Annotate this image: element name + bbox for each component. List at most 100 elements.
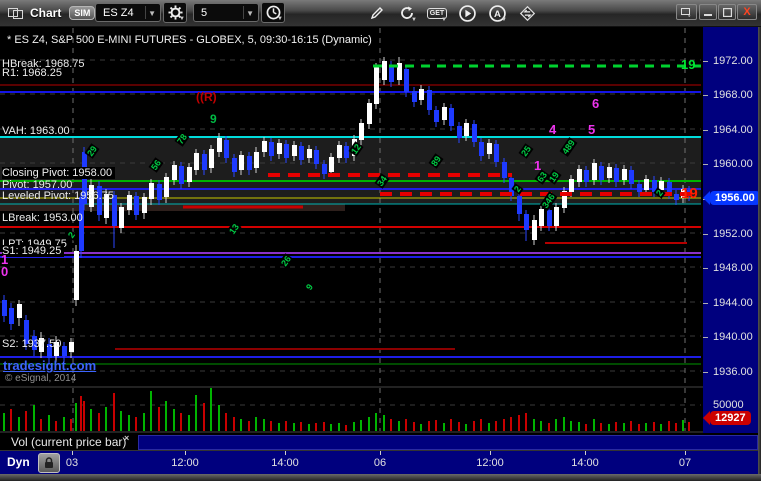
window-bottom-edge [0,474,761,481]
close-button[interactable]: X [737,4,757,20]
candle-body [149,183,154,199]
volume-bar [443,423,445,431]
chevron-down-icon: ▼ [246,9,254,18]
volume-bar [300,422,302,431]
candle-body [209,149,214,168]
candle-body [172,165,177,180]
volume-bar [653,422,655,431]
axis-tick [703,60,708,62]
level-label: LBreak: 1953.00 [2,212,83,224]
volume-bar [270,421,272,431]
volume-bar [465,424,467,431]
copyright-text: © eSignal, 2014 [5,373,77,384]
volume-bar [233,417,235,431]
level-label: S1: 1949.25 [2,245,65,257]
price-axis[interactable]: 1972.00 1968.00 1964.00 1960.00 1956.00 1952.… [703,26,760,474]
volume-bar [278,423,280,431]
candle-body [262,141,267,152]
price-axis-label: 1944.00 [713,296,753,309]
restore-button[interactable] [676,4,697,20]
maximize-button[interactable] [718,4,736,20]
close-icon[interactable]: × [124,433,129,443]
tab-bar-filler [138,435,758,450]
candle-body [164,177,169,197]
price-axis-label: 1936.00 [713,366,753,378]
volume-bar [33,405,35,431]
play-button[interactable] [456,3,478,23]
edge-price-label: 19 [681,57,696,72]
time-lock-button[interactable] [38,453,60,473]
volume-bar [293,423,295,431]
candle-body [284,144,289,158]
minimize-button[interactable] [699,4,717,20]
symbol-settings-button[interactable]: ▼ [163,2,187,23]
candle-body [404,69,409,92]
get-data-button[interactable]: GET ▼ [426,3,448,23]
volume-bar [18,417,20,431]
candle-body [119,207,124,228]
volume-bar [688,422,690,431]
chevron-down-icon: ▼ [441,17,447,23]
volume-bar [308,424,310,431]
interval-clock-button[interactable]: ▼ [261,2,285,23]
candle-body [442,107,447,120]
volume-bar [120,411,122,431]
time-axis-label: 07 [678,457,692,469]
candle-body [464,123,469,136]
volume-bar [600,423,602,431]
candle-body [412,91,417,102]
candle-body [232,158,237,172]
volume-bar [195,395,197,431]
volume-bar [413,422,415,431]
volume-bar [55,421,57,431]
candle-body [502,162,507,178]
candle-body [299,146,304,160]
transfer-button[interactable] [516,3,538,23]
candle-body [674,194,679,200]
candle-body [187,167,192,182]
chart-window: * ES Z4, S&P 500 E-MINI FUTURES - GLOBEX… [0,0,761,481]
volume-bar [188,415,190,431]
candle-body [314,150,319,164]
volume-bar [98,413,100,431]
volume-bar [345,425,347,431]
draw-tool-button[interactable] [366,3,388,23]
volume-bar [3,413,5,431]
candle-body [517,196,522,214]
axis-tick [490,451,491,455]
candle-body [74,251,79,300]
candle-body [487,143,492,154]
volume-bar [473,421,475,431]
price-axis-label: 1940.00 [713,331,753,344]
chevron-down-icon: ▼ [148,9,156,18]
axis-tick [703,372,708,373]
reload-button[interactable]: ▼ [396,3,418,23]
volume-bar [495,421,497,431]
chevron-down-icon: ▼ [501,17,507,23]
volume-bar [63,417,65,431]
candle-body [607,167,612,178]
symbol-combobox[interactable]: ES Z4 ▼ [95,3,161,22]
volume-bar [173,409,175,431]
auto-button[interactable]: A ▼ [486,3,508,23]
vol-tab[interactable]: Vol (current price bar) [11,435,126,449]
candle-body [269,142,274,156]
chart-title: * ES Z4, S&P 500 E-MINI FUTURES - GLOBEX… [7,34,372,46]
candle-body [614,168,619,182]
axis-tick [585,451,586,455]
watermark-link[interactable]: tradesight.com [3,358,96,373]
chevron-down-icon: ▼ [411,17,417,23]
volume-bar [80,396,82,431]
price-axis-label: 1964.00 [713,123,753,136]
axis-tick [285,451,286,455]
candle-body [239,155,244,170]
lock-icon [45,457,53,468]
axis-tick [380,451,381,455]
time-axis[interactable]: Dyn 03 12:00 14:00 06 12:00 14:00 07 [0,450,761,475]
trade-marker: ((R) [196,90,217,104]
interval-combobox[interactable]: 5 ▼ [193,3,259,22]
candle-body [644,179,649,190]
candle-body [457,126,462,138]
candle-body [307,149,312,158]
volume-bar [143,413,145,431]
